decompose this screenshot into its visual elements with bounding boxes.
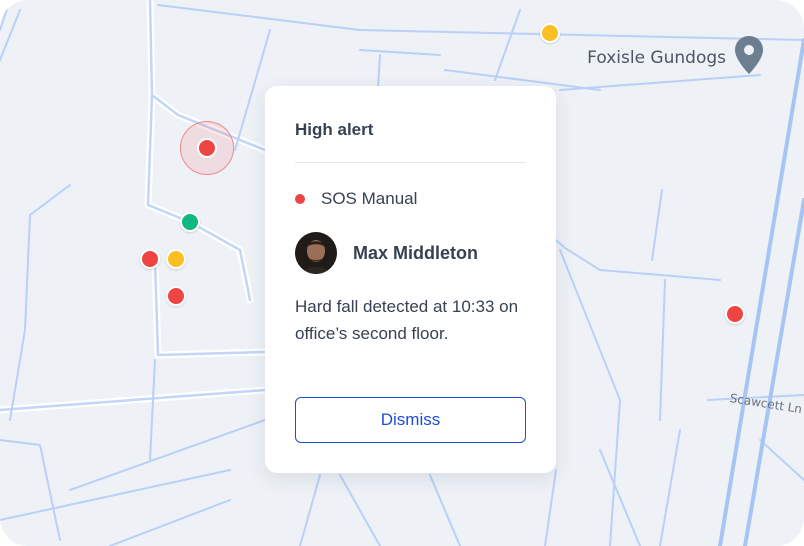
map-marker[interactable] [725, 304, 745, 324]
marker-dot [197, 138, 217, 158]
place-name: Foxisle Gundogs [587, 47, 726, 68]
place-label[interactable]: Foxisle Gundogs [587, 35, 764, 80]
divider [295, 162, 526, 163]
location-pin-icon[interactable] [734, 35, 764, 80]
user-name: Max Middleton [353, 242, 478, 263]
alert-card: High alert SOS Manual Max Middleton Hard… [265, 86, 556, 473]
avatar[interactable] [295, 232, 337, 274]
alert-title: High alert [295, 120, 374, 139]
map-marker[interactable] [540, 23, 560, 43]
alert-user: Max Middleton [295, 232, 526, 274]
map-marker[interactable] [140, 249, 160, 269]
alert-message: Hard fall detected at 10:33 on office’s … [295, 297, 519, 343]
map-marker-selected[interactable] [180, 121, 234, 175]
status-dot-icon [295, 194, 305, 204]
map-marker[interactable] [180, 212, 200, 232]
map-view[interactable]: Foxisle Gundogs Scawcett Ln High alert S… [0, 0, 804, 546]
alert-type: SOS Manual [295, 189, 526, 209]
map-marker[interactable] [166, 249, 186, 269]
dismiss-button[interactable]: Dismiss [295, 397, 526, 443]
map-marker[interactable] [166, 286, 186, 306]
alert-type-label: SOS Manual [321, 189, 418, 208]
